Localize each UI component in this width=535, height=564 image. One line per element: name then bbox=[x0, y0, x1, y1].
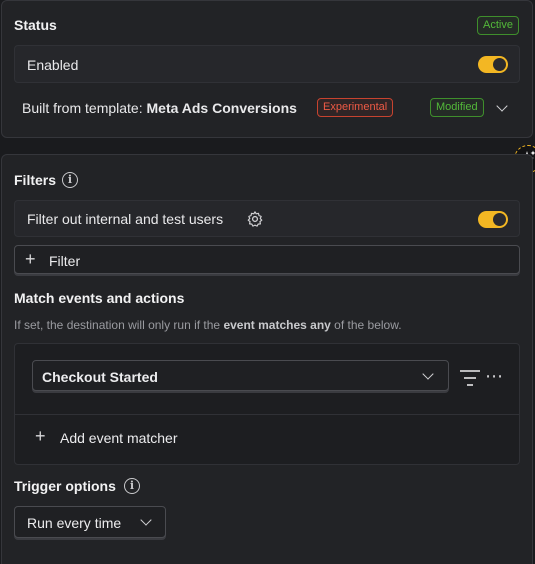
template-row[interactable]: Built from template: Meta Ads Conversion… bbox=[14, 93, 520, 125]
chevron-down-icon bbox=[422, 368, 434, 380]
modified-badge: Modified bbox=[430, 98, 484, 117]
add-event-matcher-label: Add event matcher bbox=[60, 430, 178, 446]
filter-lines-icon[interactable] bbox=[459, 368, 481, 388]
active-badge: Active bbox=[477, 16, 519, 35]
event-matcher-row: Checkout Started ⋯ bbox=[15, 344, 519, 415]
experimental-badge: Experimental bbox=[317, 98, 394, 117]
template-name: Meta Ads Conversions bbox=[146, 100, 297, 116]
trigger-select-value: Run every time bbox=[27, 515, 122, 531]
enabled-label: Enabled bbox=[27, 57, 79, 73]
match-title: Match events and actions bbox=[14, 290, 185, 306]
config-card: Filters i Filter out internal and test u… bbox=[1, 154, 533, 564]
template-text: Built from template: Meta Ads Conversion… bbox=[22, 100, 297, 116]
template-expand-chevron-icon[interactable] bbox=[496, 100, 508, 112]
match-desc-prefix: If set, the destination will only run if… bbox=[14, 318, 224, 332]
trigger-select[interactable]: Run every time bbox=[14, 506, 166, 538]
internal-users-row: Filter out internal and test users bbox=[14, 200, 520, 237]
gear-icon[interactable] bbox=[246, 210, 264, 228]
status-title: Status bbox=[14, 17, 57, 33]
enabled-toggle[interactable] bbox=[478, 56, 508, 73]
match-desc-bold: event matches any bbox=[223, 318, 331, 332]
event-select[interactable]: Checkout Started bbox=[32, 360, 449, 391]
status-card: Status Active Enabled Built from templat… bbox=[1, 0, 533, 138]
internal-users-toggle[interactable] bbox=[478, 211, 508, 228]
internal-users-label: Filter out internal and test users bbox=[27, 211, 224, 227]
plus-icon: + bbox=[35, 426, 46, 446]
add-filter-label: Filter bbox=[49, 253, 81, 269]
event-matcher-panel: Checkout Started ⋯ + Add event matcher bbox=[14, 343, 520, 465]
more-options-icon[interactable]: ⋯ bbox=[485, 366, 504, 387]
enabled-row: Enabled bbox=[14, 45, 520, 83]
plus-icon: + bbox=[25, 249, 36, 269]
chevron-down-icon bbox=[140, 514, 152, 526]
add-filter-button[interactable]: + Filter bbox=[14, 245, 520, 274]
trigger-info-icon[interactable]: i bbox=[124, 478, 140, 494]
filters-info-icon[interactable]: i bbox=[62, 172, 78, 188]
match-desc-suffix: of the below. bbox=[330, 318, 402, 332]
add-event-matcher-button[interactable]: + Add event matcher bbox=[29, 424, 229, 452]
event-select-value: Checkout Started bbox=[42, 369, 158, 385]
template-prefix: Built from template: bbox=[22, 100, 147, 116]
trigger-title: Trigger options bbox=[14, 478, 116, 494]
match-description: If set, the destination will only run if… bbox=[14, 318, 402, 332]
filters-title: Filters bbox=[14, 172, 57, 188]
